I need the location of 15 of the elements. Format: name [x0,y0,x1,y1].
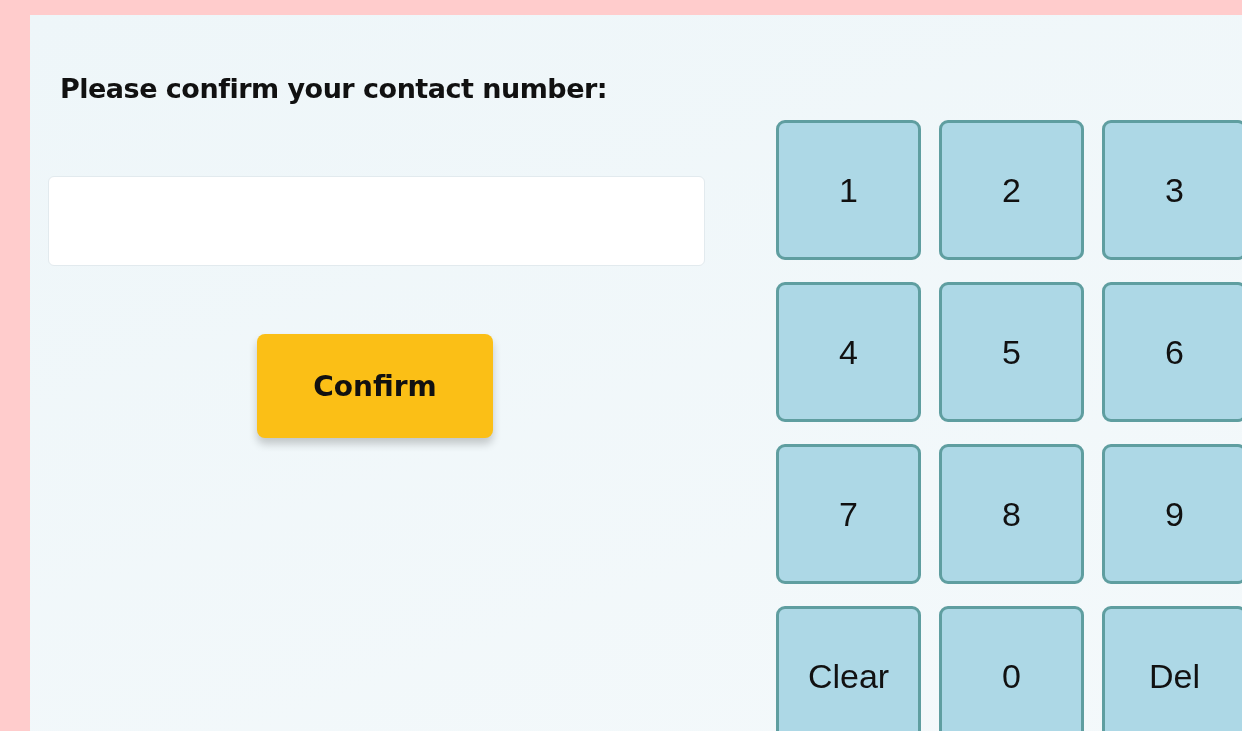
keypad-key[interactable]: 5 [939,282,1084,422]
phone-input-field[interactable] [48,176,705,266]
confirm-button[interactable]: Confirm [257,334,493,438]
keypad-key[interactable]: 8 [939,444,1084,584]
keypad-key[interactable]: 4 [776,282,921,422]
keypad-key[interactable]: Del [1102,606,1242,731]
keypad-key[interactable]: 0 [939,606,1084,731]
keypad-key[interactable]: Clear [776,606,921,731]
prompt-text: Please confirm your contact number: [60,73,609,104]
keypad-key[interactable]: 9 [1102,444,1242,584]
keypad-key[interactable]: 7 [776,444,921,584]
keypad-key[interactable]: 3 [1102,120,1242,260]
keypad-key[interactable]: 6 [1102,282,1242,422]
keypad-key[interactable]: 1 [776,120,921,260]
keypad-key[interactable]: 2 [939,120,1084,260]
